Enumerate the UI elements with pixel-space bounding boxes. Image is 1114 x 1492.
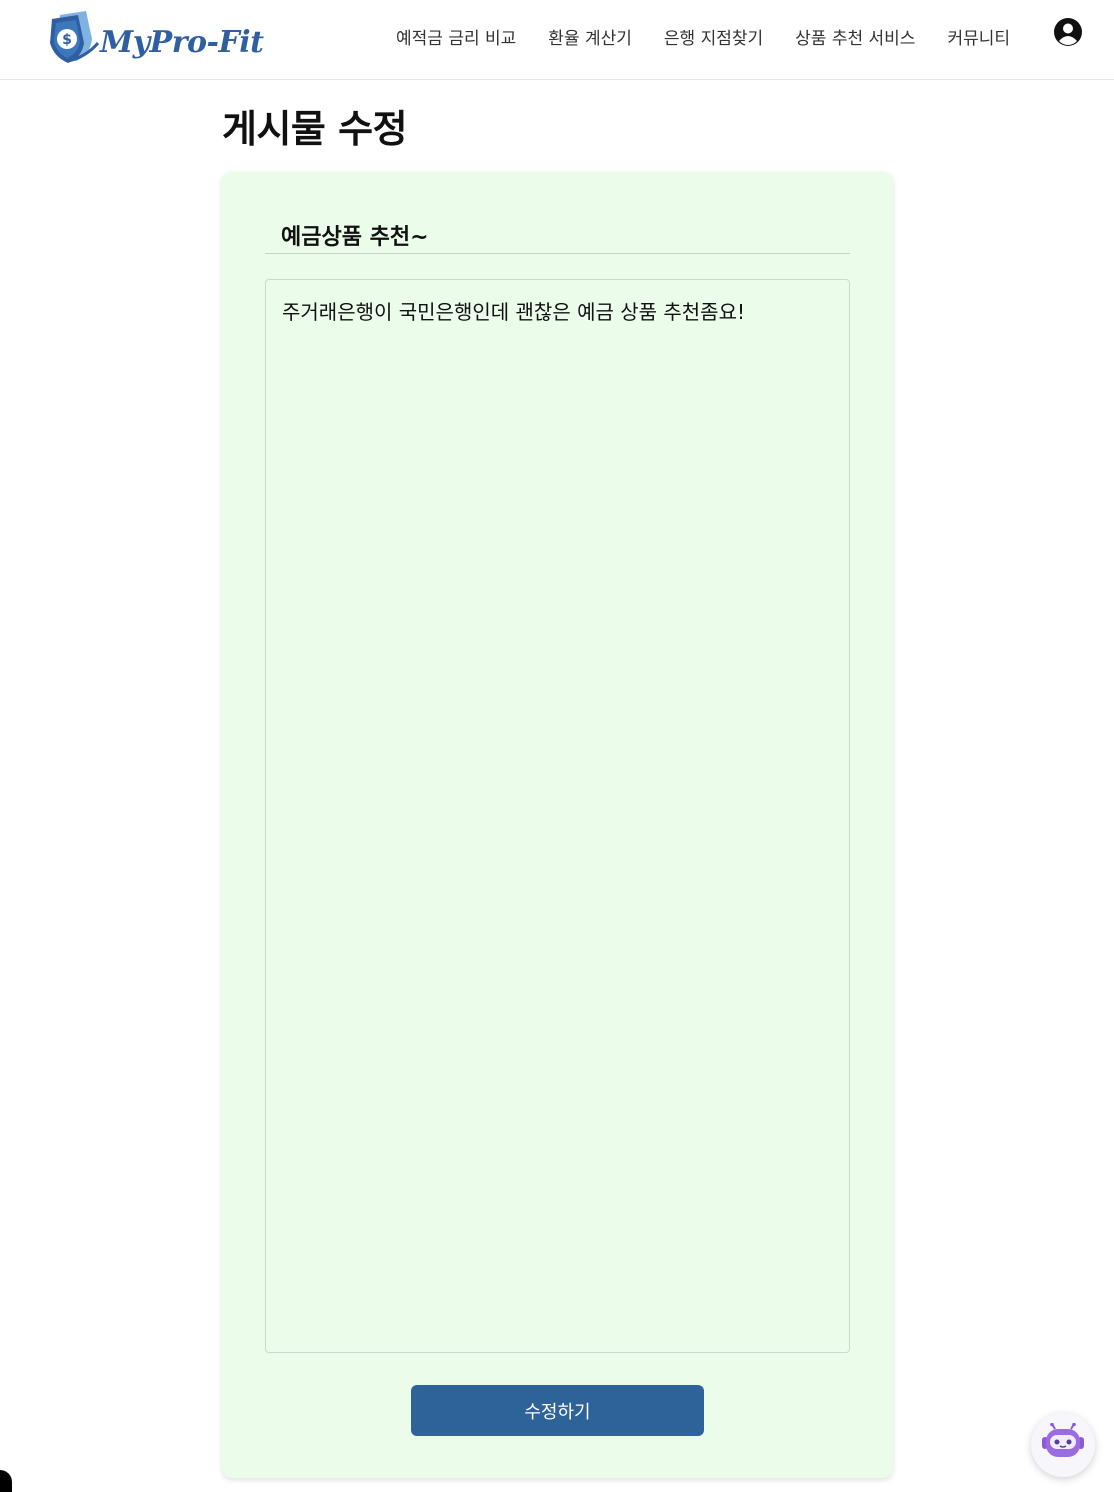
post-title-input[interactable] bbox=[265, 216, 850, 254]
chatbot-button[interactable] bbox=[1031, 1413, 1095, 1477]
nav-bank-branch-finder[interactable]: 은행 지점찾기 bbox=[662, 20, 765, 53]
site-logo[interactable]: $ MyPro-Fit bbox=[46, 8, 296, 66]
nav-product-recommendation[interactable]: 상품 추천 서비스 bbox=[793, 20, 917, 53]
nav-community[interactable]: 커뮤니티 bbox=[945, 20, 1012, 53]
page-title: 게시물 수정 bbox=[222, 107, 408, 151]
svg-text:$: $ bbox=[62, 32, 72, 48]
robot-icon bbox=[1040, 1422, 1086, 1467]
post-content-textarea[interactable]: 주거래은행이 국민은행인데 괜찮은 예금 상품 추천좀요! bbox=[265, 279, 850, 1353]
user-circle-icon[interactable] bbox=[1053, 17, 1083, 47]
window-corner bbox=[0, 1470, 12, 1492]
logo-text: MyPro-Fit bbox=[100, 24, 264, 60]
top-header: $ MyPro-Fit 예적금 금리 비교 환율 계산기 은행 지점찾기 상품 … bbox=[0, 0, 1114, 80]
nav-exchange-calculator[interactable]: 환율 계산기 bbox=[546, 20, 634, 53]
edit-post-card: 주거래은행이 국민은행인데 괜찮은 예금 상품 추천좀요! 수정하기 bbox=[222, 172, 893, 1478]
shield-dollar-icon: $ bbox=[46, 9, 104, 65]
submit-edit-button[interactable]: 수정하기 bbox=[411, 1385, 704, 1436]
nav-rate-compare[interactable]: 예적금 금리 비교 bbox=[394, 20, 518, 53]
main-nav: 예적금 금리 비교 환율 계산기 은행 지점찾기 상품 추천 서비스 커뮤니티 bbox=[380, 20, 1026, 53]
